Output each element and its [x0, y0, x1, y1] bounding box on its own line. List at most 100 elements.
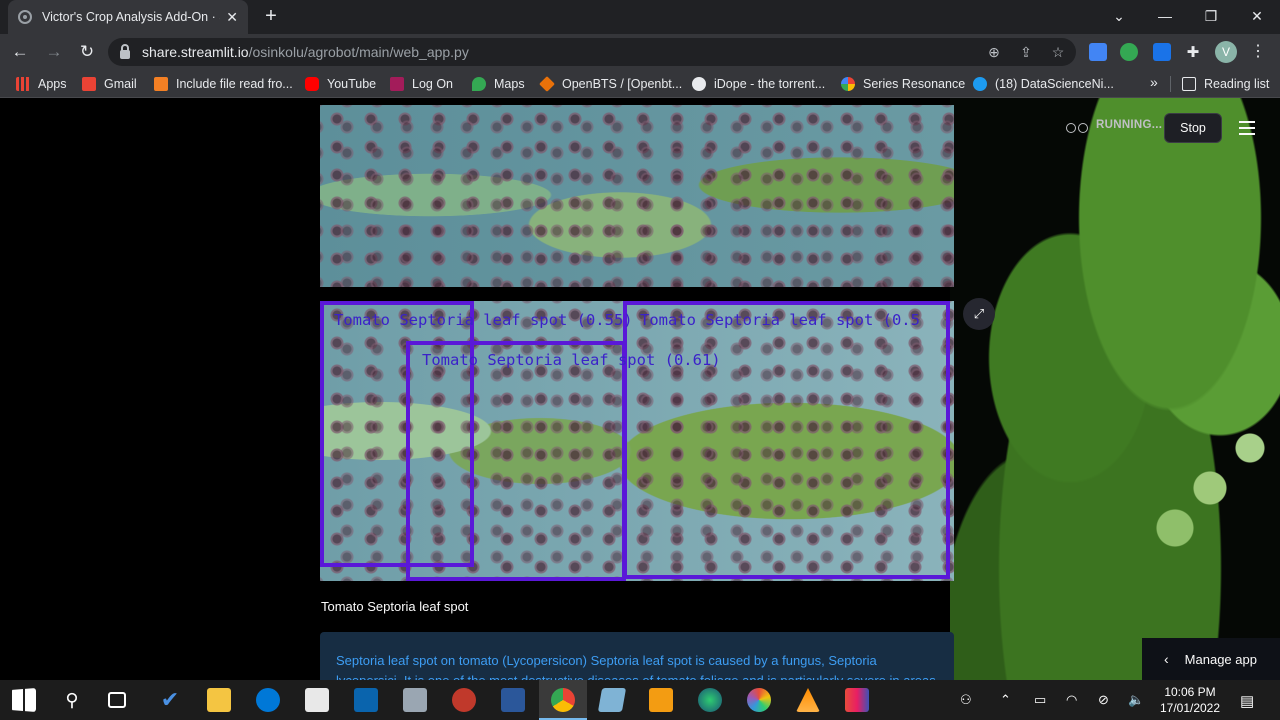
- bookmark-twitter[interactable]: (18) DataScienceNi...: [973, 75, 1114, 93]
- detection-label: Tomato Septoria leaf spot (0.61): [422, 351, 721, 369]
- globe-icon: [692, 77, 706, 91]
- manage-app-button[interactable]: ‹ Manage app: [1142, 638, 1280, 680]
- bookmark-gmail[interactable]: Gmail: [82, 75, 137, 93]
- bookmarks-divider: [1170, 76, 1171, 92]
- extensions-puzzle-icon[interactable]: ✚: [1184, 43, 1202, 61]
- address-bar[interactable]: share.streamlit.io/osinkolu/agrobot/main…: [108, 38, 1076, 66]
- remote-desktop-icon[interactable]: [403, 688, 427, 712]
- browser-tab[interactable]: Victor's Crop Analysis Add-On · S ✕: [8, 0, 248, 34]
- close-window-icon[interactable]: ✕: [1234, 0, 1280, 34]
- todo-check-icon[interactable]: ✔: [158, 688, 182, 712]
- fullscreen-expand-icon[interactable]: ⤢: [963, 298, 995, 330]
- youtube-icon: [305, 77, 319, 91]
- file-explorer-icon[interactable]: [207, 688, 231, 712]
- zoom-icon[interactable]: ⊕: [986, 44, 1002, 60]
- image-caption: Tomato Septoria leaf spot: [321, 599, 469, 614]
- notifications-icon[interactable]: ▤: [1240, 692, 1254, 710]
- whiteboard-icon[interactable]: [597, 688, 627, 712]
- streamlit-app: Tomato Septoria leaf spot (0.55) Tomato …: [0, 98, 1280, 680]
- system-clock[interactable]: 10:06 PM 17/01/2022: [1150, 684, 1230, 716]
- network-off-icon[interactable]: ⊘: [1098, 692, 1109, 708]
- apps-grid-icon: [16, 77, 30, 91]
- tab-title: Victor's Crop Analysis Add-On · S: [42, 10, 221, 24]
- tab-search-icon[interactable]: ⌄: [1096, 0, 1142, 34]
- speaker-icon[interactable]: 🔈: [1128, 692, 1144, 708]
- manage-app-label: Manage app: [1184, 651, 1257, 667]
- earth-app-icon[interactable]: [698, 688, 722, 712]
- bookmark-stackoverflow[interactable]: Include file read fro...: [154, 75, 293, 93]
- share-icon[interactable]: ⇪: [1018, 44, 1034, 60]
- tab-strip: Victor's Crop Analysis Add-On · S ✕ + ⌄ …: [0, 0, 1280, 34]
- vlc-icon[interactable]: [796, 688, 820, 712]
- detection-box: [406, 341, 626, 581]
- tab-close-icon[interactable]: ✕: [226, 9, 238, 26]
- detection-label: Tomato Septoria leaf spot (0.55): [334, 311, 633, 329]
- chrome-icon[interactable]: [551, 688, 575, 712]
- disease-info-text: Septoria leaf spot on tomato (Lycopersic…: [336, 653, 936, 680]
- mail-icon[interactable]: [354, 688, 378, 712]
- google-icon: [841, 77, 855, 91]
- people-icon[interactable]: ⚇: [960, 692, 972, 708]
- maps-pin-icon: [472, 77, 486, 91]
- bookmarks-bar: Apps Gmail Include file read fro... YouT…: [0, 70, 1280, 98]
- cloud-extension-icon[interactable]: [1153, 43, 1171, 61]
- bicycle-icon: [1066, 118, 1088, 133]
- restore-icon[interactable]: ❐: [1188, 0, 1234, 34]
- detection-label: Tomato Septoria leaf spot (0.5: [640, 311, 920, 329]
- bookmark-youtube[interactable]: YouTube: [305, 75, 376, 93]
- office-app-icon[interactable]: [649, 688, 673, 712]
- bookmark-apps[interactable]: Apps: [16, 75, 67, 93]
- disease-info-box: Septoria leaf spot on tomato (Lycopersic…: [320, 632, 954, 680]
- photos-icon[interactable]: [747, 688, 771, 712]
- show-hidden-icons-chevron-icon[interactable]: ⌃: [1000, 692, 1011, 708]
- reading-list-icon: [1182, 77, 1196, 91]
- antivirus-icon[interactable]: [452, 688, 476, 712]
- input-leaf-image: [320, 105, 954, 287]
- wifi-icon[interactable]: ◠: [1066, 692, 1077, 708]
- chrome-menu-icon[interactable]: ⋮: [1250, 42, 1266, 62]
- edge-browser-icon[interactable]: [256, 688, 280, 712]
- gitlab-icon: [539, 76, 555, 92]
- search-icon[interactable]: ⚲: [60, 688, 84, 712]
- forward-arrow-icon[interactable]: →: [42, 40, 66, 64]
- detection-result-image: Tomato Septoria leaf spot (0.55) Tomato …: [320, 301, 954, 581]
- clock-time: 10:06 PM: [1164, 685, 1216, 699]
- word-icon[interactable]: [501, 688, 525, 712]
- minimize-icon[interactable]: —: [1142, 0, 1188, 34]
- bookmark-star-icon[interactable]: ☆: [1050, 44, 1066, 60]
- battery-icon[interactable]: ▭: [1034, 692, 1046, 708]
- profile-avatar[interactable]: V: [1215, 41, 1237, 63]
- bookmark-idope[interactable]: iDope - the torrent...: [692, 75, 825, 93]
- clock-date: 17/01/2022: [1159, 701, 1221, 715]
- more-bookmarks-icon[interactable]: »: [1150, 74, 1158, 90]
- back-arrow-icon[interactable]: ←: [8, 40, 32, 64]
- chevron-left-icon: ‹: [1164, 651, 1169, 667]
- tomato-plant-background-image: [950, 98, 1280, 680]
- task-view-icon[interactable]: [108, 692, 126, 708]
- browser-toolbar: ← → ↻ share.streamlit.io/osinkolu/agrobo…: [0, 34, 1280, 70]
- bookmark-openbts[interactable]: OpenBTS / [Openbt...: [539, 75, 682, 93]
- translate-extension-icon[interactable]: [1089, 43, 1107, 61]
- reload-icon[interactable]: ↻: [75, 40, 99, 64]
- detection-box: [623, 301, 950, 579]
- lock-icon: [120, 43, 130, 59]
- url-path: /osinkolu/agrobot/main/web_app.py: [248, 44, 469, 60]
- reading-list-button[interactable]: Reading list: [1182, 75, 1269, 93]
- twitter-bird-icon: [973, 77, 987, 91]
- color-extension-icon[interactable]: [1120, 43, 1138, 61]
- media-app-icon[interactable]: [845, 688, 869, 712]
- log-on-icon: [390, 77, 404, 91]
- windows-start-icon[interactable]: [12, 688, 36, 712]
- stackoverflow-icon: [154, 77, 168, 91]
- url-host: share.streamlit.io: [142, 44, 249, 60]
- store-icon[interactable]: [305, 688, 329, 712]
- bookmark-series-resonance[interactable]: Series Resonance: [841, 75, 965, 93]
- status-text: RUNNING...: [1096, 119, 1163, 131]
- stop-button[interactable]: Stop: [1164, 113, 1222, 143]
- streamlit-favicon-icon: [18, 10, 32, 24]
- hamburger-menu-icon[interactable]: [1239, 121, 1255, 135]
- new-tab-button[interactable]: +: [260, 6, 282, 28]
- bookmark-maps[interactable]: Maps: [472, 75, 525, 93]
- windows-taskbar: ⚲ ✔ ⚇ ⌃ ▭ ◠ ⊘ 🔈 10:06 PM 17/01/2022 ▤: [0, 680, 1280, 720]
- bookmark-log-on[interactable]: Log On: [390, 75, 453, 93]
